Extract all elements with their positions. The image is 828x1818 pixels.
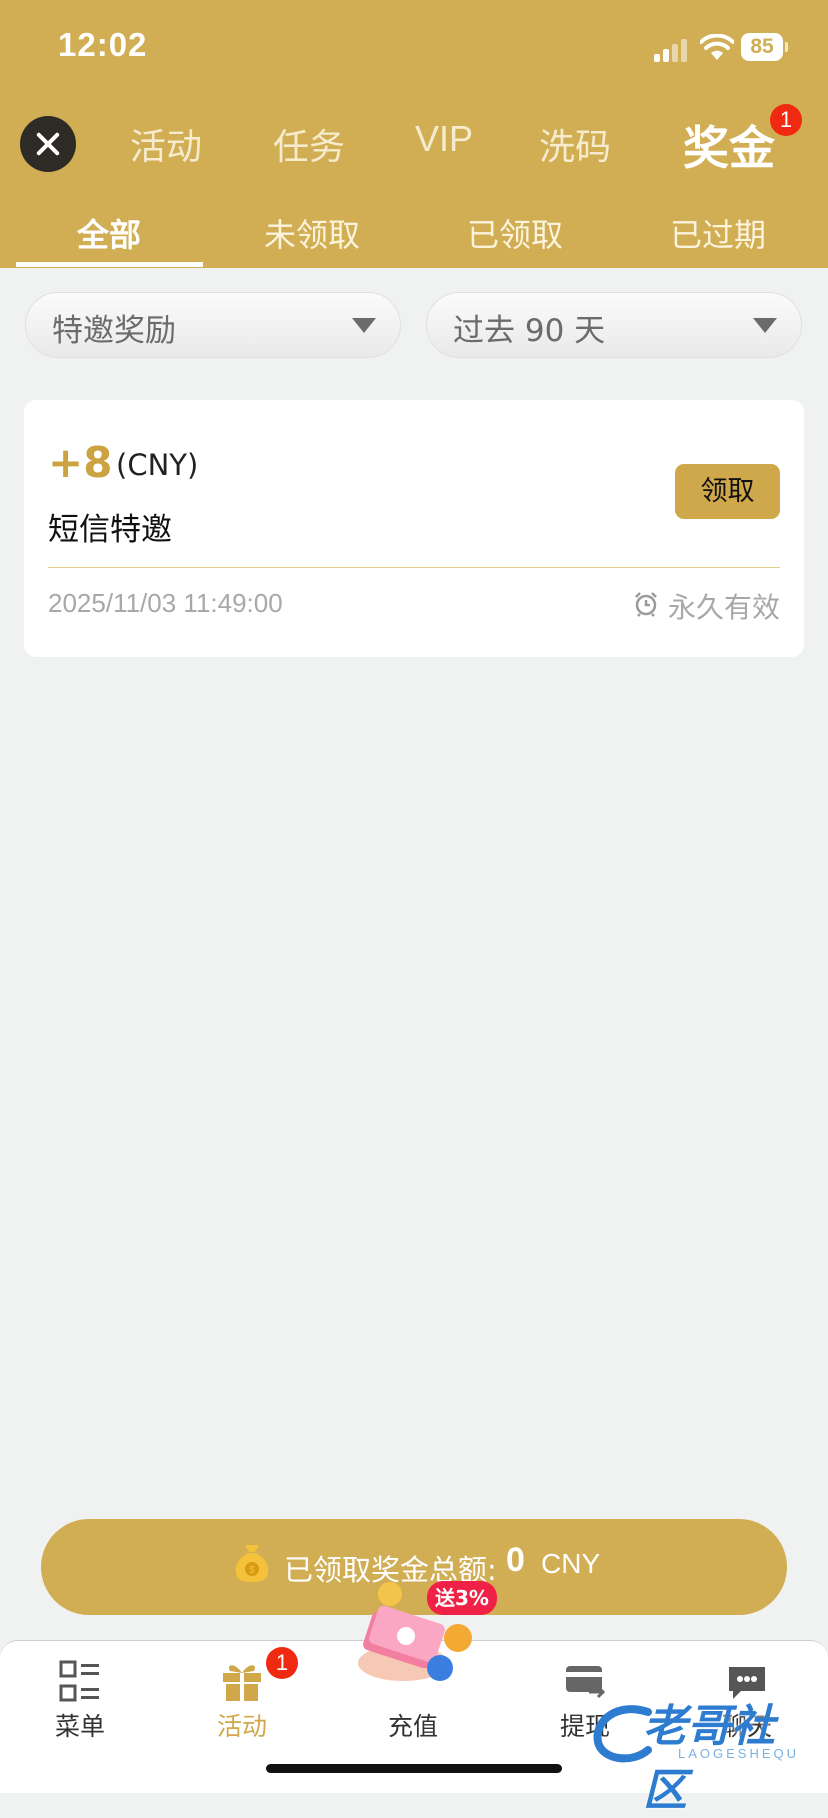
subtab-claimed[interactable]: 已领取 — [467, 210, 563, 256]
alarm-clock-icon — [635, 592, 657, 617]
tab-bonus[interactable]: 奖金 — [683, 112, 775, 178]
tab-rebate[interactable]: 洗码 — [539, 118, 611, 170]
reward-validity: 永久有效 — [667, 591, 780, 624]
subtab-unclaimed[interactable]: 未领取 — [264, 210, 360, 256]
period-dropdown[interactable]: 过去 90 天 — [426, 292, 802, 358]
nav-activity-label: 活动 — [216, 1712, 267, 1741]
bonus-total-value: 0 — [506, 1541, 525, 1579]
bonus-total-unit: CNY — [541, 1548, 601, 1579]
tab-vip[interactable]: VIP — [415, 118, 473, 160]
reward-amount: +8 — [48, 438, 113, 487]
reward-type-dropdown[interactable]: 特邀奖励 — [25, 292, 401, 358]
close-button[interactable] — [20, 116, 76, 172]
header: 12:02 85 活动 任务 VIP 洗码 奖金 1 全部 未领取 已领取 已过… — [0, 0, 828, 268]
chevron-down-icon — [753, 318, 777, 333]
status-time: 12:02 — [58, 26, 148, 63]
nav-menu[interactable]: 菜单 — [30, 1659, 130, 1743]
nav-menu-label: 菜单 — [54, 1712, 105, 1741]
gift-icon — [223, 1665, 261, 1701]
wifi-icon — [700, 34, 734, 60]
subtab-active-indicator — [16, 262, 203, 267]
watermark-logo: 老哥社区 LAOGESHEQU — [588, 1690, 816, 1816]
tab-activity[interactable]: 活动 — [130, 118, 202, 170]
reward-type-value: 特邀奖励 — [52, 313, 176, 349]
home-indicator — [266, 1764, 562, 1773]
reward-currency: (CNY) — [116, 448, 199, 482]
reward-datetime: 2025/11/03 11:49:00 — [48, 588, 283, 618]
money-bag-icon: $ — [235, 1545, 269, 1582]
battery-indicator: 85 — [741, 33, 788, 61]
period-value: 过去 90 天 — [453, 313, 606, 349]
tab-tasks[interactable]: 任务 — [273, 118, 345, 170]
svg-text:$: $ — [249, 1565, 255, 1576]
reward-title: 短信特邀 — [48, 512, 172, 548]
cellular-signal-icon — [654, 36, 688, 62]
nav-recharge-label: 充值 — [387, 1712, 438, 1741]
recharge-promo-tag: 送3% — [427, 1581, 497, 1615]
reward-card: +8 (CNY) 短信特邀 领取 2025/11/03 11:49:00 永久有… — [24, 400, 804, 657]
chevron-down-icon — [352, 318, 376, 333]
menu-grid-icon — [59, 1660, 99, 1702]
nav-activity-badge: 1 — [266, 1647, 298, 1679]
subtab-all[interactable]: 全部 — [77, 210, 141, 256]
tab-bonus-badge: 1 — [770, 104, 802, 136]
subtab-expired[interactable]: 已过期 — [670, 210, 766, 256]
claim-button[interactable]: 领取 — [675, 464, 780, 519]
card-divider — [48, 567, 780, 568]
watermark-subtext: LAOGESHEQU — [678, 1746, 800, 1761]
